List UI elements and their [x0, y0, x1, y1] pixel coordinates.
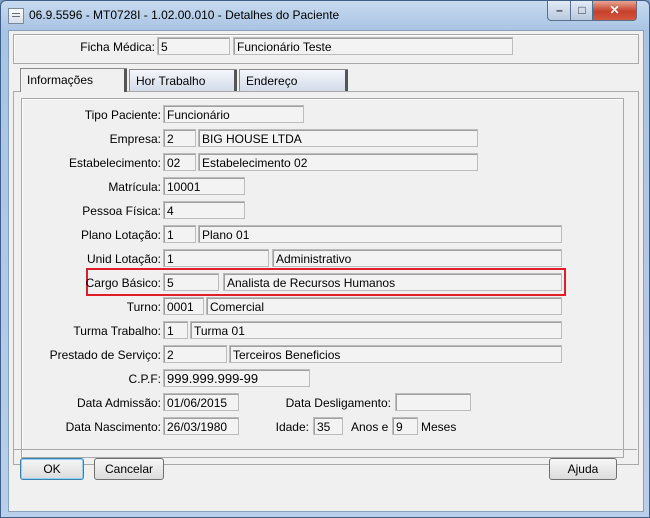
empresa-name-field[interactable]: BIG HOUSE LTDA — [198, 129, 478, 147]
anos-e-label: Anos e — [351, 420, 389, 434]
cargo-basico-code-field[interactable]: 5 — [163, 273, 219, 291]
cpf-field[interactable]: 999.999.999-99 — [163, 369, 310, 387]
idade-anos-field[interactable]: 35 — [313, 417, 343, 435]
data-admissao-field[interactable]: 01/06/2015 — [163, 393, 239, 411]
unid-lotacao-name-field[interactable]: Administrativo — [272, 249, 562, 267]
estabelecimento-name-field[interactable]: Estabelecimento 02 — [198, 153, 478, 171]
ficha-medica-name-field[interactable]: Funcionário Teste — [233, 37, 513, 55]
maximize-button[interactable]: □ — [570, 1, 594, 21]
dialog-client: Ficha Médica: 5 Funcionário Teste Inform… — [8, 30, 644, 512]
help-button[interactable]: Ajuda — [549, 458, 617, 480]
idade-meses-field[interactable]: 9 — [392, 417, 418, 435]
cargo-basico-label: Cargo Básico: — [85, 276, 161, 290]
pessoa-fisica-field[interactable]: 4 — [163, 201, 245, 219]
dialog-window: 06.9.5596 - MT0728I - 1.02.00.010 - Deta… — [0, 0, 650, 518]
window-title: 06.9.5596 - MT0728I - 1.02.00.010 - Deta… — [29, 8, 340, 22]
cargo-basico-name-field[interactable]: Analista de Recursos Humanos — [223, 273, 562, 291]
plano-lotacao-code-field[interactable]: 1 — [163, 225, 196, 243]
cancel-button[interactable]: Cancelar — [94, 458, 164, 480]
prestado-servico-code-field[interactable]: 2 — [163, 345, 227, 363]
prestado-servico-label: Prestado de Serviço: — [49, 348, 161, 362]
tab-endereco[interactable]: Endereço — [239, 69, 348, 91]
turma-trabalho-label: Turma Trabalho: — [73, 324, 161, 338]
data-nascimento-field[interactable]: 26/03/1980 — [163, 417, 239, 435]
estabelecimento-code-field[interactable]: 02 — [163, 153, 196, 171]
close-button[interactable]: ✕ — [592, 1, 637, 21]
tipo-paciente-field[interactable]: Funcionário — [163, 105, 304, 123]
data-admissao-label: Data Admissão: — [76, 396, 161, 410]
minimize-button[interactable]: – — [547, 1, 572, 21]
tab-hor-trabalho[interactable]: Hor Trabalho — [129, 69, 237, 91]
ficha-medica-code-field[interactable]: 5 — [157, 37, 230, 55]
meses-label: Meses — [421, 420, 457, 434]
tipo-paciente-label: Tipo Paciente: — [84, 108, 161, 122]
app-icon — [8, 8, 24, 24]
tab-informacoes[interactable]: Informações — [20, 68, 127, 92]
idade-label: Idade: — [275, 420, 309, 434]
empresa-code-field[interactable]: 2 — [163, 129, 196, 147]
turma-trabalho-name-field[interactable]: Turma 01 — [190, 321, 562, 339]
turma-trabalho-code-field[interactable]: 1 — [163, 321, 188, 339]
data-nascimento-label: Data Nascimento: — [65, 420, 161, 434]
matricula-field[interactable]: 10001 — [163, 177, 245, 195]
pessoa-fisica-label: Pessoa Física: — [82, 204, 161, 218]
cpf-label: C.P.F: — [128, 372, 161, 386]
button-separator — [13, 449, 637, 450]
turno-name-field[interactable]: Comercial — [206, 297, 562, 315]
data-desligamento-label: Data Desligamento: — [285, 396, 391, 410]
ok-button[interactable]: OK — [20, 458, 84, 480]
data-desligamento-field[interactable] — [395, 393, 471, 411]
empresa-label: Empresa: — [109, 132, 161, 146]
unid-lotacao-label: Unid Lotação: — [86, 252, 161, 266]
ficha-medica-label: Ficha Médica: — [80, 40, 155, 54]
estabelecimento-label: Estabelecimento: — [68, 156, 161, 170]
prestado-servico-name-field[interactable]: Terceiros Beneficios — [229, 345, 562, 363]
title-bar[interactable]: 06.9.5596 - MT0728I - 1.02.00.010 - Deta… — [1, 1, 649, 31]
plano-lotacao-name-field[interactable]: Plano 01 — [198, 225, 562, 243]
unid-lotacao-code-field[interactable]: 1 — [163, 249, 269, 267]
turno-label: Turno: — [126, 300, 161, 314]
matricula-label: Matrícula: — [108, 180, 161, 194]
turno-code-field[interactable]: 0001 — [163, 297, 204, 315]
plano-lotacao-label: Plano Lotação: — [80, 228, 161, 242]
